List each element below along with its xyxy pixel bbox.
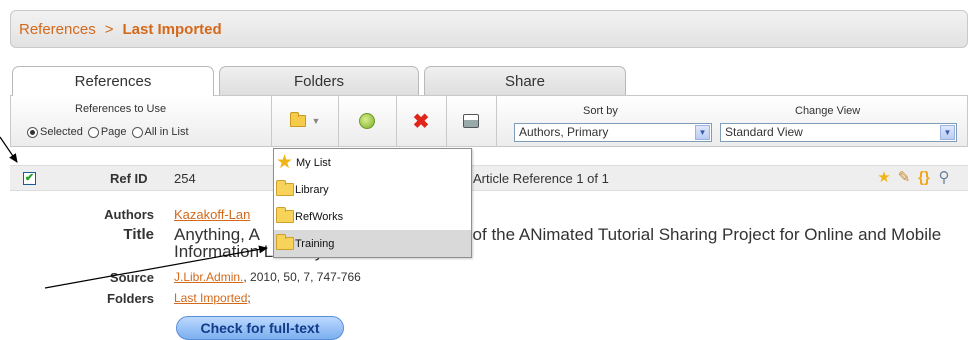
sort-by-value: Authors, Primary <box>519 125 609 139</box>
print-icon <box>463 114 479 128</box>
menu-item-refworks[interactable]: RefWorks <box>274 203 471 230</box>
selected-radio[interactable] <box>27 126 38 138</box>
authors-label: Authors <box>104 207 154 222</box>
chevron-down-icon[interactable]: ▼ <box>940 125 955 140</box>
chevron-down-icon[interactable]: ▼ <box>695 125 710 140</box>
references-to-use-options: Selected Page All in List <box>27 126 194 138</box>
menu-item-label: Training <box>295 237 335 250</box>
all-in-list-radio[interactable] <box>131 126 143 138</box>
all-in-list-radio-label[interactable]: All in List <box>145 126 189 138</box>
ref-id-value: 254 <box>174 171 196 186</box>
breadcrumb: References > Last Imported <box>10 10 968 48</box>
folders-suffix: ; <box>247 291 251 305</box>
change-view-value: Standard View <box>725 125 803 139</box>
reference-header-row: ✔ Ref ID 254 Article Reference 1 of 1 ★ … <box>10 165 968 191</box>
chevron-down-icon: ▼ <box>311 116 321 126</box>
menu-item-library[interactable]: Library <box>274 176 471 203</box>
folder-link[interactable]: Last Imported <box>174 291 247 305</box>
change-view-select[interactable]: Standard View ▼ <box>720 123 957 142</box>
delete-icon: ✖ <box>412 110 430 133</box>
menu-item-label: My List <box>296 156 331 169</box>
citation-braces-icon[interactable]: {} <box>916 170 932 186</box>
check-full-text-button[interactable]: Check for full-text <box>176 316 344 340</box>
page-radio[interactable] <box>87 126 99 138</box>
change-view-label: Change View <box>795 105 861 117</box>
authors-link[interactable]: Kazakoff-Lan <box>174 207 250 222</box>
sort-by-label: Sort by <box>583 105 618 117</box>
folder-icon <box>276 207 294 223</box>
reference-count: Article Reference 1 of 1 <box>473 171 609 186</box>
breadcrumb-separator: > <box>104 20 114 38</box>
add-to-folder-button[interactable]: ▼ <box>273 96 337 146</box>
folder-dropdown-menu: ★ My List Library RefWorks Training <box>273 148 472 258</box>
menu-item-label: RefWorks <box>295 210 344 223</box>
journal-link[interactable]: J.Libr.Admin. <box>174 270 243 284</box>
folder-add-icon <box>289 112 306 127</box>
tab-share[interactable]: Share <box>424 66 626 95</box>
search-icon[interactable]: ⚲ <box>936 170 952 186</box>
print-button[interactable] <box>447 96 495 146</box>
menu-item-label: Library <box>295 183 329 196</box>
title-label: Title <box>123 226 154 243</box>
tab-references[interactable]: References <box>12 66 214 96</box>
menu-item-my-list[interactable]: ★ My List <box>274 149 471 176</box>
source-details: , 2010, 50, 7, 747-766 <box>243 270 361 284</box>
edit-button[interactable] <box>339 96 395 146</box>
star-icon: ★ <box>276 152 294 173</box>
folder-icon <box>276 234 294 250</box>
edit-icon <box>359 113 375 129</box>
source-label: Source <box>109 270 154 285</box>
selected-radio-label[interactable]: Selected <box>40 126 83 138</box>
page-radio-label[interactable]: Page <box>101 126 127 138</box>
breadcrumb-current: Last Imported <box>122 20 222 38</box>
source-value: J.Libr.Admin., 2010, 50, 7, 747-766 <box>174 270 361 284</box>
delete-button[interactable]: ✖ <box>397 96 445 146</box>
toolbar-divider <box>496 96 497 146</box>
folders-value: Last Imported; <box>174 291 251 305</box>
sort-by-select[interactable]: Authors, Primary ▼ <box>514 123 712 142</box>
reference-actions: ★ ✎ {} ⚲ <box>876 170 952 186</box>
folder-icon <box>276 180 294 196</box>
references-to-use-label: References to Use <box>75 103 167 115</box>
menu-item-training[interactable]: Training <box>274 230 471 257</box>
ref-id-label: Ref ID <box>110 171 148 186</box>
breadcrumb-references-link[interactable]: References <box>19 21 96 38</box>
folders-label: Folders <box>107 291 154 306</box>
edit-reference-icon[interactable]: ✎ <box>896 170 912 186</box>
toolbar: References to Use Selected Page All in L… <box>10 95 968 147</box>
add-to-my-list-icon[interactable]: ★ <box>876 170 892 186</box>
toolbar-divider <box>271 96 272 146</box>
reference-checkbox[interactable]: ✔ <box>23 172 36 185</box>
tab-folders[interactable]: Folders <box>219 66 419 95</box>
